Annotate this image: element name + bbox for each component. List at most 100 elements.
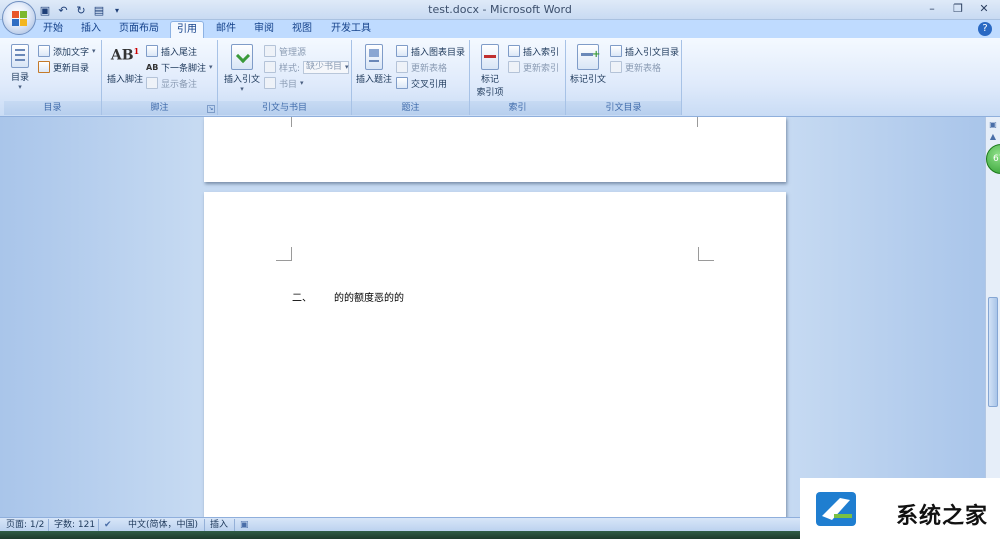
toc-icon bbox=[11, 44, 29, 68]
update-icon bbox=[508, 61, 520, 73]
show-notes-icon bbox=[146, 77, 158, 89]
footnote-icon: AB1 bbox=[110, 46, 140, 64]
crop-mark bbox=[698, 247, 714, 261]
tab-home[interactable]: 开始 bbox=[36, 21, 70, 38]
tab-page-layout[interactable]: 页面布局 bbox=[114, 21, 164, 38]
dialog-launcher-icon[interactable]: ↘ bbox=[207, 105, 215, 113]
office-logo-icon bbox=[12, 11, 28, 27]
manage-sources-icon bbox=[264, 45, 276, 57]
scroll-up-icon[interactable]: ▲ bbox=[987, 131, 999, 143]
style-selector[interactable]: 样式: 缺少书目 ▾ bbox=[264, 60, 350, 74]
tab-references[interactable]: 引用 bbox=[170, 21, 204, 38]
update-icon bbox=[610, 61, 622, 73]
document-heading[interactable]: 二、 的的额度恶的的 bbox=[292, 289, 404, 304]
insert-toa-icon bbox=[610, 45, 622, 57]
ruler-toggle-icon[interactable]: ▣ bbox=[987, 119, 999, 131]
status-language[interactable]: 中文(简体，中国) bbox=[128, 519, 198, 531]
close-button[interactable]: ✕ bbox=[972, 1, 996, 17]
group-toa: + 标记引文 插入引文目录 更新表格 引文目录 bbox=[566, 40, 682, 115]
mark-citation-button[interactable]: + 标记引文 bbox=[568, 44, 608, 85]
watermark: 系统之家 bbox=[800, 478, 1000, 539]
macro-record-icon[interactable]: ▣ bbox=[240, 519, 249, 531]
help-icon[interactable]: ? bbox=[978, 22, 992, 36]
insert-toa-button[interactable]: 插入引文目录 bbox=[610, 44, 679, 58]
group-footnotes: AB1 插入脚注 插入尾注 AB 下一条脚注 ▾ 显示备注 脚注 ↘ bbox=[102, 40, 218, 115]
page-1[interactable] bbox=[204, 117, 786, 182]
group-citations: 插入引文 ▾ 管理源 样式: 缺少书目 ▾ 书目 ▾ 引文与书目 bbox=[218, 40, 352, 115]
mark-entry-icon bbox=[481, 44, 499, 70]
chevron-down-icon: ▾ bbox=[92, 47, 96, 55]
ribbon: 目录 ▾ 添加文字 ▾ 更新目录 目录 AB1 插入脚注 插入尾注 AB 下一条… bbox=[0, 38, 1000, 117]
office-button[interactable] bbox=[2, 1, 36, 35]
insert-caption-icon bbox=[365, 44, 383, 70]
window-title: test.docx - Microsoft Word bbox=[428, 3, 572, 16]
document-area[interactable]: 二、 的的额度恶的的 bbox=[0, 117, 985, 517]
insert-citation-button[interactable]: 插入引文 ▾ bbox=[222, 44, 262, 93]
window-controls: – ❐ ✕ bbox=[920, 1, 996, 17]
update-toa-button[interactable]: 更新表格 bbox=[610, 60, 661, 74]
crop-mark bbox=[276, 247, 292, 261]
group-toc: 目录 ▾ 添加文字 ▾ 更新目录 目录 bbox=[4, 40, 102, 115]
endnote-icon bbox=[146, 45, 158, 57]
page-2[interactable]: 二、 的的额度恶的的 bbox=[204, 192, 786, 517]
manage-sources-button[interactable]: 管理源 bbox=[264, 44, 306, 58]
group-index: 标记 索引项 插入索引 更新索引 索引 bbox=[470, 40, 566, 115]
table-of-figures-icon bbox=[396, 45, 408, 57]
title-bar: ▣ ↶ ↻ ▤ ▾ test.docx - Microsoft Word – ❐… bbox=[0, 0, 1000, 20]
mark-entry-button[interactable]: 标记 索引项 bbox=[472, 44, 508, 98]
bibliography-button[interactable]: 书目 ▾ bbox=[264, 76, 304, 90]
group-label-toa: 引文目录 bbox=[566, 101, 681, 115]
next-footnote-icon: AB bbox=[146, 62, 159, 72]
update-icon bbox=[396, 61, 408, 73]
group-label-captions: 题注 bbox=[352, 101, 469, 115]
chevron-down-icon: ▾ bbox=[344, 62, 349, 71]
insert-caption-button[interactable]: 插入题注 bbox=[354, 44, 394, 85]
scrollbar-thumb[interactable] bbox=[988, 297, 998, 407]
tab-mailings[interactable]: 邮件 bbox=[210, 21, 242, 38]
watermark-text: 系统之家 bbox=[896, 504, 989, 529]
status-word-count[interactable]: 字数: 121 bbox=[54, 519, 95, 531]
insert-index-button[interactable]: 插入索引 bbox=[508, 44, 559, 58]
chevron-down-icon: ▾ bbox=[209, 63, 213, 71]
update-table-button[interactable]: 更新表格 bbox=[396, 60, 447, 74]
status-insert-mode[interactable]: 插入 bbox=[210, 519, 228, 531]
next-footnote-button[interactable]: AB 下一条脚注 ▾ bbox=[146, 60, 213, 74]
add-text-button[interactable]: 添加文字 ▾ bbox=[38, 44, 96, 58]
style-dropdown[interactable]: 缺少书目 ▾ bbox=[303, 60, 350, 74]
update-toc-button[interactable]: 更新目录 bbox=[38, 60, 89, 74]
insert-index-icon bbox=[508, 45, 520, 57]
chevron-down-icon: ▾ bbox=[18, 83, 22, 91]
mark-citation-icon: + bbox=[577, 44, 600, 70]
toc-button[interactable]: 目录 ▾ bbox=[6, 44, 34, 91]
status-page[interactable]: 页面: 1/2 bbox=[6, 519, 44, 531]
insert-table-of-figures-button[interactable]: 插入图表目录 bbox=[396, 44, 465, 58]
crop-mark bbox=[291, 117, 292, 127]
vertical-scrollbar[interactable]: ▣ ▲ bbox=[985, 117, 1000, 517]
tab-insert[interactable]: 插入 bbox=[74, 21, 108, 38]
cross-reference-icon bbox=[396, 77, 408, 89]
style-icon bbox=[264, 61, 276, 73]
bibliography-icon bbox=[264, 77, 276, 89]
update-index-button[interactable]: 更新索引 bbox=[508, 60, 559, 74]
tab-review[interactable]: 审阅 bbox=[248, 21, 280, 38]
proofing-icon[interactable]: ✔ bbox=[104, 519, 112, 531]
show-notes-button[interactable]: 显示备注 bbox=[146, 76, 197, 90]
ribbon-tabs: 开始 插入 页面布局 引用 邮件 审阅 视图 开发工具 bbox=[0, 20, 1000, 38]
insert-citation-icon bbox=[231, 44, 253, 70]
insert-footnote-button[interactable]: AB1 插入脚注 bbox=[106, 46, 144, 85]
chevron-down-icon: ▾ bbox=[300, 79, 304, 87]
group-label-index: 索引 bbox=[470, 101, 565, 115]
insert-endnote-button[interactable]: 插入尾注 bbox=[146, 44, 197, 58]
group-label-citations: 引文与书目 bbox=[218, 101, 351, 115]
cross-reference-button[interactable]: 交叉引用 bbox=[396, 76, 447, 90]
heading-text: 的的额度恶的的 bbox=[334, 293, 404, 304]
group-label-footnotes: 脚注 bbox=[102, 101, 217, 115]
watermark-logo-icon bbox=[816, 492, 856, 526]
minimize-button[interactable]: – bbox=[920, 1, 944, 17]
restore-button[interactable]: ❐ bbox=[946, 1, 970, 17]
group-label-toc: 目录 bbox=[4, 101, 101, 115]
tab-view[interactable]: 视图 bbox=[286, 21, 318, 38]
crop-mark bbox=[697, 117, 698, 127]
group-captions: 插入题注 插入图表目录 更新表格 交叉引用 题注 bbox=[352, 40, 470, 115]
tab-developer[interactable]: 开发工具 bbox=[326, 21, 376, 38]
